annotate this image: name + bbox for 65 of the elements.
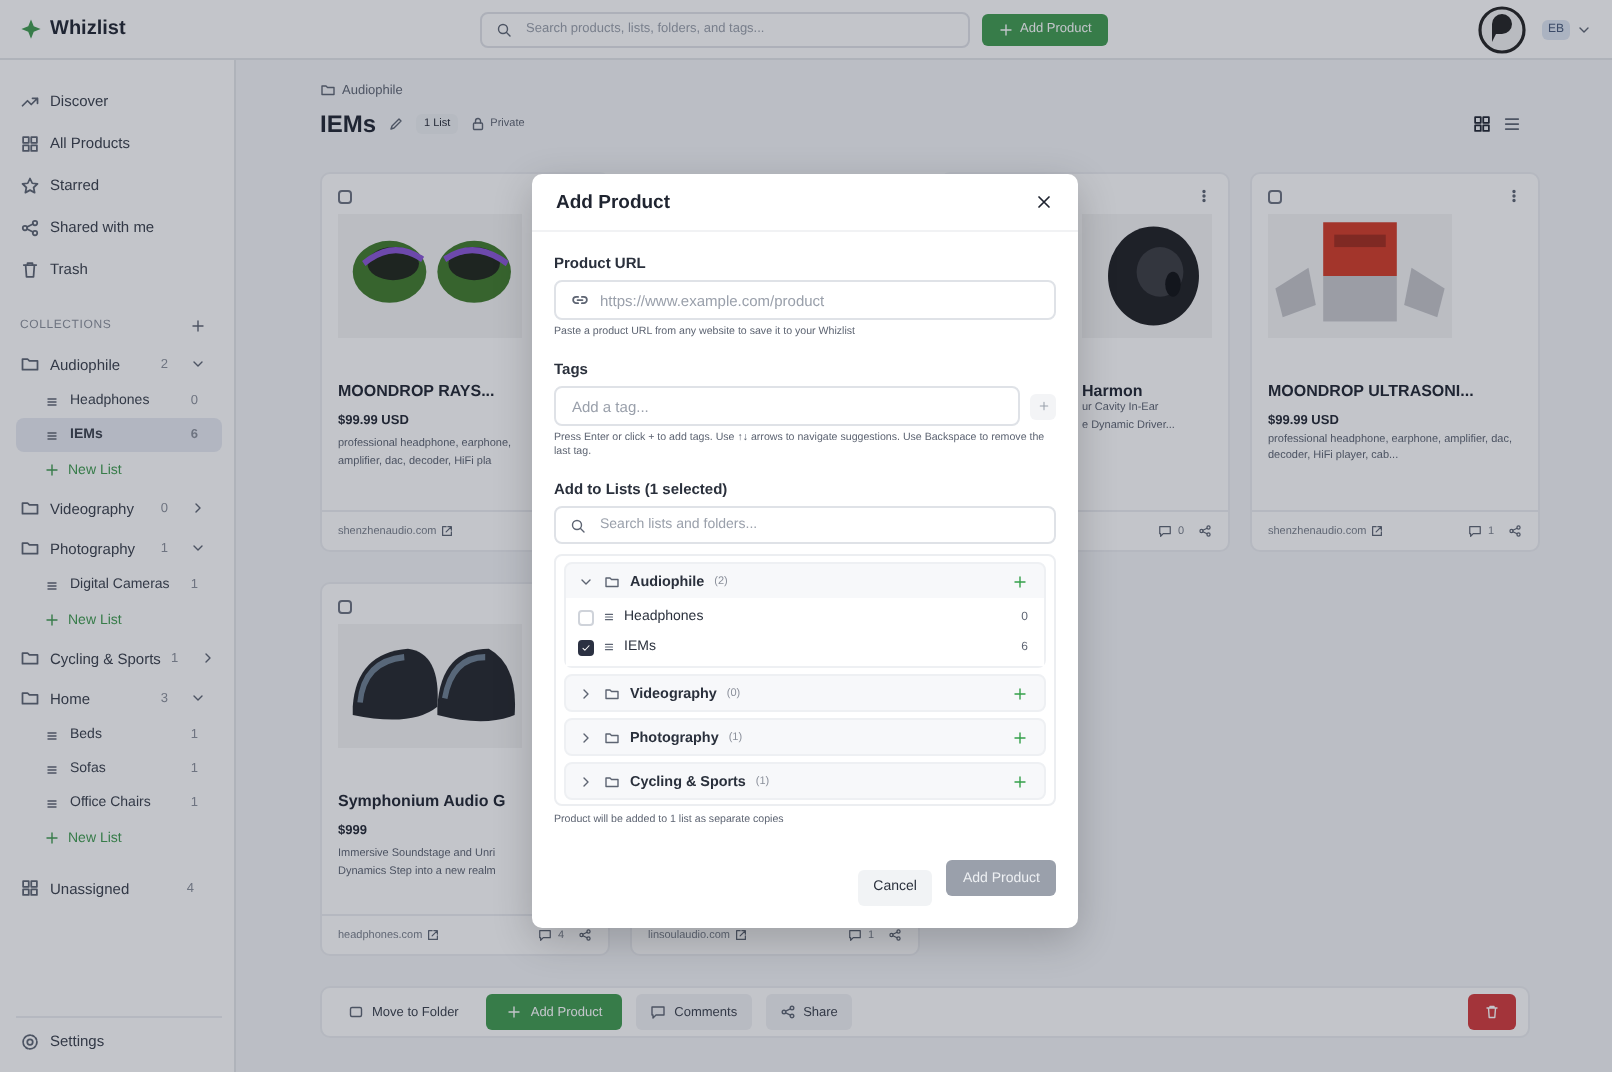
comment-icon bbox=[650, 1004, 667, 1020]
list-view-icon[interactable] bbox=[1502, 114, 1522, 134]
product-title: Harmon bbox=[1082, 382, 1145, 400]
grid-icon bbox=[20, 133, 40, 153]
list-icon bbox=[602, 610, 616, 625]
checkbox[interactable] bbox=[578, 639, 594, 656]
comment-icon[interactable] bbox=[537, 928, 552, 942]
trash-icon bbox=[1484, 1004, 1500, 1020]
list-icon bbox=[44, 393, 60, 409]
link-icon bbox=[570, 290, 590, 310]
external-link-icon bbox=[440, 524, 455, 538]
logo-icon bbox=[20, 18, 42, 40]
list-icon bbox=[602, 640, 616, 655]
comment-icon[interactable] bbox=[1467, 524, 1482, 538]
list-icon bbox=[44, 427, 60, 443]
grid-icon bbox=[20, 878, 40, 898]
external-link-icon bbox=[733, 928, 748, 942]
lock-icon bbox=[470, 116, 487, 132]
search-icon bbox=[570, 517, 586, 534]
more-icon[interactable] bbox=[1506, 188, 1522, 204]
plus-icon bbox=[44, 830, 60, 846]
trend-icon bbox=[20, 91, 40, 111]
plus-icon bbox=[1037, 400, 1049, 413]
add-icon[interactable] bbox=[1012, 573, 1028, 590]
list-icon bbox=[44, 795, 60, 811]
comment-icon[interactable] bbox=[1157, 524, 1172, 538]
external-link-icon bbox=[1370, 524, 1385, 538]
delete-button[interactable] bbox=[1468, 994, 1516, 1030]
share-icon bbox=[779, 1004, 796, 1020]
product-title: MOONDROP RAYS... bbox=[338, 382, 497, 400]
comment-icon[interactable] bbox=[847, 928, 862, 942]
external-link-icon bbox=[426, 928, 441, 942]
select-checkbox[interactable] bbox=[1268, 189, 1282, 203]
more-icon[interactable] bbox=[1196, 188, 1212, 204]
plus-icon[interactable] bbox=[190, 318, 206, 334]
plus-icon bbox=[44, 462, 60, 478]
search-icon bbox=[496, 21, 512, 37]
avatar[interactable] bbox=[1477, 5, 1526, 53]
pencil-icon[interactable] bbox=[388, 116, 405, 132]
add-icon[interactable] bbox=[1012, 729, 1028, 746]
list-icon bbox=[44, 577, 60, 593]
list-icon bbox=[44, 761, 60, 777]
plus-icon bbox=[506, 1004, 523, 1020]
add-icon[interactable] bbox=[1012, 773, 1028, 790]
select-checkbox[interactable] bbox=[338, 599, 352, 613]
plus-icon bbox=[44, 612, 60, 628]
close-icon[interactable] bbox=[1034, 192, 1054, 212]
list-icon bbox=[44, 727, 60, 743]
product-title: MOONDROP ULTRASONI... bbox=[1268, 382, 1476, 400]
share-icon[interactable] bbox=[578, 928, 592, 942]
star-icon bbox=[20, 175, 40, 195]
app-logo: Whizlist bbox=[50, 18, 126, 40]
check-icon bbox=[580, 641, 592, 654]
grid-view-icon[interactable] bbox=[1472, 114, 1492, 134]
select-checkbox[interactable] bbox=[338, 189, 352, 203]
share-icon[interactable] bbox=[1508, 524, 1522, 538]
settings-icon bbox=[20, 1031, 40, 1051]
plus-icon bbox=[998, 21, 1014, 37]
trash-icon bbox=[20, 259, 40, 279]
add-icon[interactable] bbox=[1012, 685, 1028, 702]
share-icon[interactable] bbox=[1198, 524, 1212, 538]
product-title: Symphonium Audio G bbox=[338, 792, 508, 810]
page-title: IEMs bbox=[320, 110, 377, 138]
share-icon bbox=[20, 217, 40, 237]
share-icon[interactable] bbox=[888, 928, 902, 942]
